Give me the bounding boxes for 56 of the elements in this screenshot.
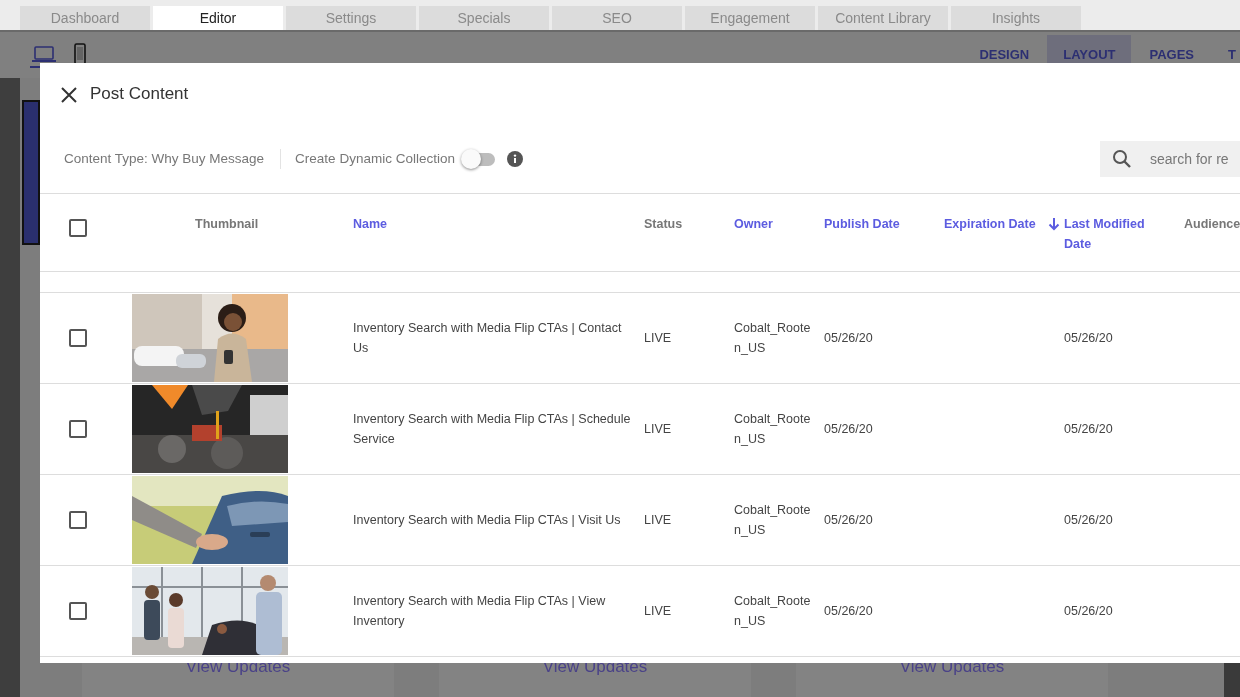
toolbar-tab[interactable]: LAYOUT — [1047, 35, 1132, 63]
checkbox[interactable] — [69, 329, 87, 347]
content-type-label: Content Type: Why Buy Message — [64, 148, 282, 170]
table-cell-text: 05/26/20 — [824, 603, 874, 620]
nav-tab[interactable]: Engagement — [685, 6, 815, 30]
column-header[interactable]: Publish Date — [824, 214, 906, 234]
checkbox[interactable] — [69, 420, 87, 438]
table-cell-text: Inventory Search with Media Flip CTAs | Contact Us — [353, 320, 623, 357]
table-cell-text: LIVE — [644, 512, 673, 529]
table-cell-text: Inventory Search with Media Flip CTAs | View Inventory — [353, 593, 607, 630]
table-cell-text: Cobalt_Rooten_US — [734, 320, 812, 357]
nav-tab[interactable]: Dashboard — [20, 6, 150, 30]
column-header[interactable]: Last Modified Date — [1064, 214, 1179, 254]
laptop-icon — [31, 45, 57, 63]
phone-icon — [73, 43, 87, 65]
close-icon — [60, 85, 78, 104]
nav-tab[interactable]: Content Library — [818, 6, 948, 30]
table-cell-text: Inventory Search with Media Flip CTAs | Schedule Service — [353, 411, 632, 448]
table-cell-text: Cobalt_Rooten_US — [734, 593, 812, 630]
toolbar-tab[interactable]: DESIGN — [963, 35, 1046, 63]
column-header[interactable]: Owner — [734, 214, 779, 234]
table-cell-text: 05/26/20 — [824, 421, 874, 438]
toolbar-tab[interactable]: PAGES — [1133, 35, 1211, 63]
toolbar-tab[interactable]: T — [1212, 35, 1240, 63]
nav-tab[interactable]: Editor — [153, 6, 283, 30]
table-cell-text: Cobalt_Rooten_US — [734, 502, 812, 539]
nav-tab[interactable]: SEO — [552, 6, 682, 30]
column-header[interactable]: Expiration Date — [944, 214, 1042, 234]
checkbox[interactable] — [69, 511, 87, 529]
table-cell-text: Cobalt_Rooten_US — [734, 411, 812, 448]
table-cell-text: LIVE — [644, 330, 673, 347]
column-header: Status — [644, 217, 684, 231]
table-cell-text: LIVE — [644, 603, 673, 620]
checkbox[interactable] — [69, 602, 87, 620]
nav-tab[interactable]: Insights — [951, 6, 1081, 30]
table-cell-text: LIVE — [644, 421, 673, 438]
table-cell-text: 05/26/20 — [824, 512, 874, 529]
table-cell-text: 05/26/20 — [824, 330, 874, 347]
table-cell-text: 05/26/20 — [1064, 603, 1114, 620]
nav-tab[interactable]: Specials — [419, 6, 549, 30]
checkbox[interactable] — [69, 219, 87, 237]
dialog-title: Post Content — [90, 83, 189, 106]
toggle-switch[interactable] — [460, 149, 495, 169]
column-header: Thumbnail — [195, 217, 260, 231]
table-cell-text: 05/26/20 — [1064, 330, 1114, 347]
search-icon — [1112, 149, 1132, 169]
table-cell-text: 05/26/20 — [1064, 512, 1114, 529]
column-header[interactable]: Name — [353, 214, 394, 234]
info-icon — [506, 151, 523, 167]
toggle-label: Create Dynamic Collection — [295, 149, 455, 168]
table-cell-text: Inventory Search with Media Flip CTAs | Visit Us — [353, 512, 622, 529]
nav-tab[interactable]: Settings — [286, 6, 416, 30]
table-cell-text: 05/26/20 — [1064, 421, 1114, 438]
sort-arrow-icon — [1048, 217, 1060, 231]
column-header: Audience — [1184, 217, 1240, 231]
search-field[interactable]: search for re — [1100, 141, 1240, 177]
